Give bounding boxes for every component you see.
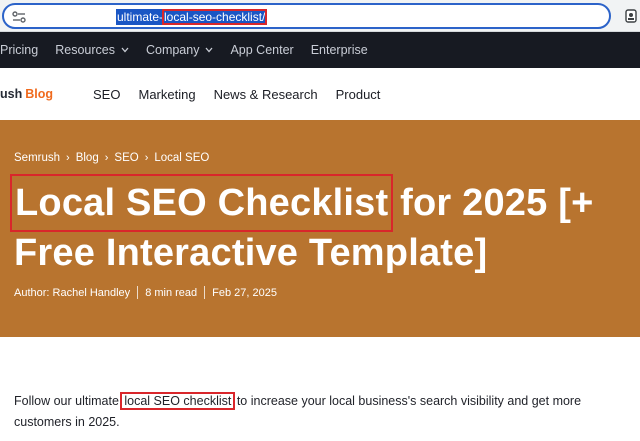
article-intro: Follow our ultimate local SEO checklist … [14,391,614,433]
top-nav-label: Enterprise [310,43,368,57]
top-nav-resources[interactable]: Resources [55,43,129,57]
extension-icon[interactable] [624,8,638,24]
meta-divider [204,286,206,299]
browser-toolbar: ultimate-local-seo-checklist/ [0,0,640,32]
chevron-right-icon: › [66,152,70,164]
blog-nav-product[interactable]: Product [336,87,381,102]
url-highlight: local-seo-checklist/ [162,9,268,25]
address-bar[interactable]: ultimate-local-seo-checklist/ [2,3,611,29]
article-meta: Author: Rachel Handley 8 min read Feb 27… [14,286,277,299]
logo-blog: Blog [25,87,54,101]
intro-before: Follow our ultimate [14,394,123,408]
blog-nav: SEO Marketing News & Research Product [93,87,398,102]
publish-date: Feb 27, 2025 [212,286,278,299]
title-rest: for 2025 [+ [389,182,594,224]
blog-header: ush Blog SEO Marketing News & Research P… [0,68,640,120]
chevron-down-icon [205,47,213,53]
breadcrumb-local-seo[interactable]: Local SEO [154,152,209,164]
top-nav: Pricing Resources Company App Center Ent… [0,32,640,68]
article-title: Local SEO Checklist for 2025 [+ Free Int… [9,174,640,278]
top-nav-pricing[interactable]: Pricing [0,43,38,57]
url-prefix: ultimate- [117,10,164,24]
top-nav-label: Company [145,43,200,57]
author[interactable]: Author: Rachel Handley [14,287,130,299]
blog-nav-news-research[interactable]: News & Research [214,87,318,102]
meta-divider [137,286,139,299]
breadcrumb-blog[interactable]: Blog [76,152,99,164]
article-hero: Semrush › Blog › SEO › Local SEO Local S… [0,120,640,337]
top-nav-label: Resources [55,43,115,57]
chevron-right-icon: › [144,152,149,164]
title-line-2: Free Interactive Template] [14,232,488,274]
title-highlight: Local SEO Checklist [9,174,394,232]
blog-nav-seo[interactable]: SEO [93,87,120,102]
semrush-blog-logo[interactable]: ush Blog [0,87,53,101]
url-text[interactable]: ultimate-local-seo-checklist/ [116,9,268,25]
breadcrumb-seo[interactable]: SEO [114,152,138,164]
site-settings-icon[interactable] [12,11,26,23]
breadcrumb-semrush[interactable]: Semrush [14,152,60,164]
read-time: 8 min read [145,286,198,299]
chevron-right-icon: › [104,152,109,164]
intro-highlight: local SEO checklist [120,392,236,410]
blog-nav-marketing[interactable]: Marketing [138,87,195,102]
top-nav-enterprise[interactable]: Enterprise [311,43,368,57]
top-nav-app-center[interactable]: App Center [230,43,293,57]
breadcrumb: Semrush › Blog › SEO › Local SEO [14,152,209,164]
title-line-1: Local SEO Checklist for 2025 [+ [9,174,640,232]
top-nav-company[interactable]: Company [146,43,214,57]
logo-brand: ush [0,87,23,101]
chevron-down-icon [121,47,129,53]
top-nav-label: App Center [230,43,294,57]
top-nav-label: Pricing [0,43,39,57]
